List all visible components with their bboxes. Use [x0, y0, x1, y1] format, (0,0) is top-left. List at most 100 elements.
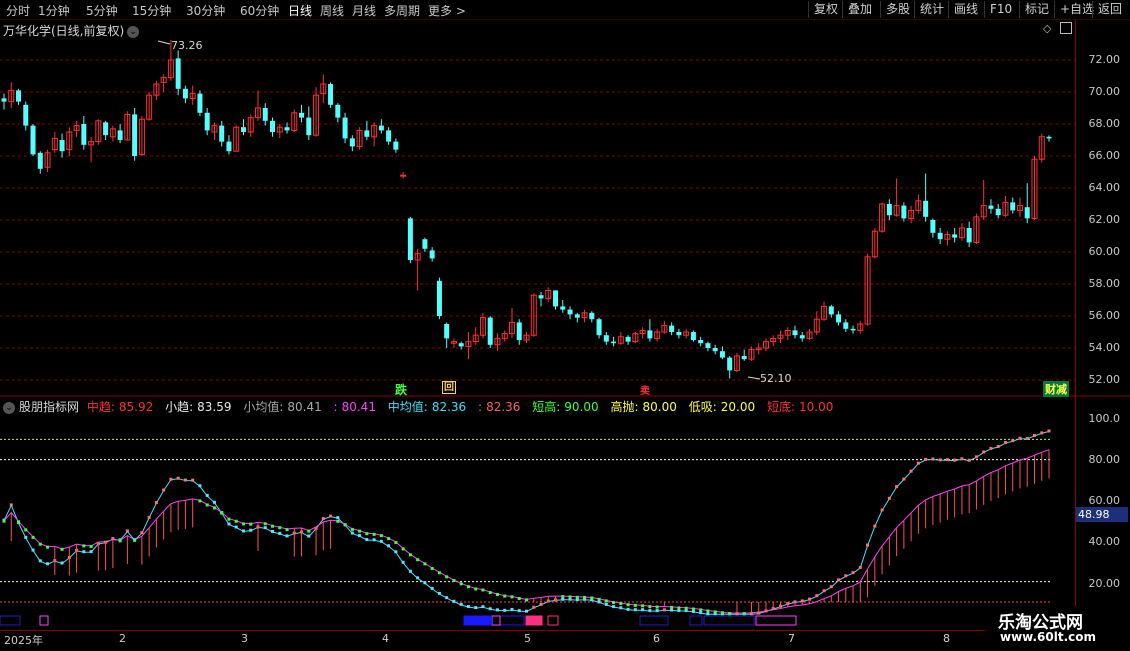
candle-body [698, 340, 704, 344]
trend-dot [60, 547, 64, 551]
candle [727, 356, 733, 379]
trend-dot [445, 575, 449, 579]
candle [589, 311, 595, 323]
signal-block [703, 615, 755, 626]
candle [8, 82, 15, 108]
candle [1010, 197, 1016, 214]
candle-body [1010, 202, 1016, 211]
candle [211, 122, 218, 140]
candle [30, 124, 36, 156]
trend-dot [358, 529, 362, 533]
trend-dot [495, 593, 499, 597]
sell-mark[interactable]: 卖 [640, 382, 650, 397]
trend-dot [474, 606, 478, 610]
trend-dot [60, 561, 64, 565]
candle [1016, 197, 1023, 217]
trend-dot [321, 517, 325, 521]
candle [276, 124, 283, 139]
trend-dot [604, 602, 608, 606]
trend-dot [365, 538, 369, 542]
candle [553, 290, 559, 310]
candle-body [458, 343, 464, 347]
candle-body [175, 58, 181, 89]
signal-block [689, 615, 703, 626]
trend-dot [401, 560, 405, 564]
candle-body [669, 325, 675, 332]
price-label: 66.00 [1088, 149, 1121, 162]
candle [103, 120, 109, 140]
candle-body [676, 332, 682, 336]
candle [117, 124, 123, 144]
trend-dot [858, 565, 862, 569]
trend-dot [604, 599, 608, 603]
candle [313, 87, 320, 137]
candle-body [574, 314, 580, 318]
trend-dot [437, 591, 441, 595]
candle [806, 328, 813, 340]
candle [328, 82, 334, 108]
candle-body [299, 112, 305, 118]
candle [669, 322, 675, 336]
trend-dot [495, 608, 499, 612]
candle [233, 125, 240, 152]
candle [698, 336, 704, 347]
trend-dot [452, 578, 456, 582]
trend-dot [133, 538, 137, 542]
trend-dot [118, 539, 122, 543]
trend-dot [641, 604, 645, 608]
signal-block [526, 616, 542, 625]
candle-body [436, 280, 442, 316]
trend-dot [372, 532, 376, 536]
candle-body [589, 312, 595, 320]
trend-dot [38, 559, 42, 563]
candle [371, 122, 378, 147]
candle [523, 332, 530, 344]
high-pointer [157, 40, 171, 45]
candle [705, 341, 711, 352]
candle [567, 306, 573, 320]
candle [762, 338, 769, 352]
report-mark[interactable]: 财减 [1043, 381, 1069, 397]
trend-dot [655, 605, 659, 609]
trend-dot [503, 608, 507, 612]
trend-dot [503, 594, 507, 598]
candle [683, 328, 690, 339]
trend-dot [728, 612, 732, 616]
candle [690, 330, 696, 342]
chevron-down-icon[interactable]: ⌄ [3, 401, 15, 414]
trend-dot [17, 520, 21, 524]
indicator-axis-label: 80.00 [1088, 453, 1121, 466]
trend-dot [648, 609, 652, 613]
candle-body [335, 104, 341, 118]
candle-body [560, 306, 566, 310]
trend-dot [430, 586, 434, 590]
trend-dot [691, 607, 695, 611]
trend-dot [706, 609, 710, 613]
back-mark[interactable]: 回 [442, 381, 456, 394]
candle-body [952, 234, 958, 238]
trend-dot [387, 537, 391, 541]
trend-dot [205, 503, 209, 507]
candle-body [487, 317, 493, 345]
candle-body [270, 120, 276, 132]
candle-body [1046, 136, 1052, 139]
fall-mark[interactable]: 跌 [395, 381, 407, 398]
candlestick-chart[interactable] [0, 0, 1130, 650]
trend-dot [125, 529, 129, 533]
candle [538, 292, 544, 307]
candle [450, 338, 457, 348]
candle-body [930, 220, 936, 233]
trend-dot [445, 596, 449, 600]
candle [306, 106, 312, 140]
candle [611, 336, 617, 347]
trend-dot [263, 526, 267, 530]
signal-block [755, 615, 797, 626]
candle-body [567, 309, 573, 315]
trend-dot [670, 605, 674, 609]
candle [197, 90, 203, 116]
candle [189, 85, 196, 105]
signal-block [491, 615, 501, 626]
candle-body [843, 322, 849, 329]
candle-body [30, 125, 36, 155]
trend-dot [902, 477, 906, 481]
